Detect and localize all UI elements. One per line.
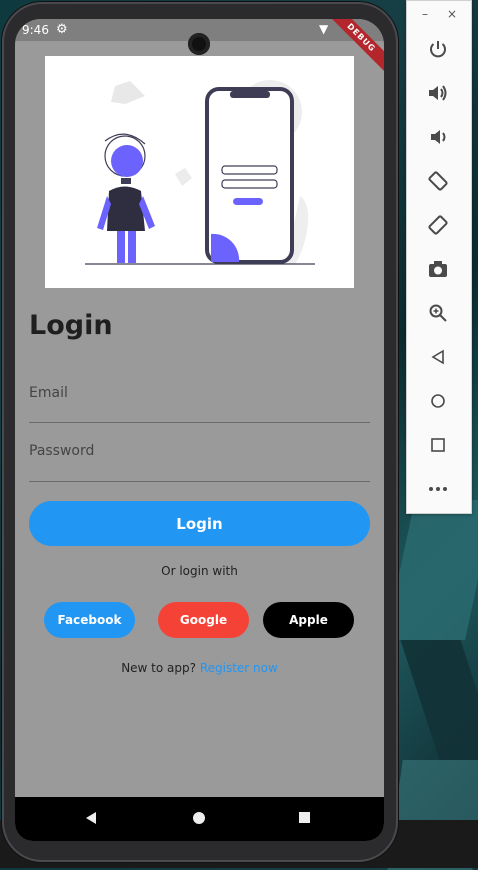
overview-icon[interactable] — [423, 430, 453, 460]
home-circle-icon[interactable] — [193, 812, 205, 824]
home-icon[interactable] — [423, 386, 453, 416]
page-title: Login — [29, 310, 113, 341]
phone-frame: 9:46 ⚙ ▼ DEBUG Login Email Password Logi… — [2, 2, 398, 862]
login-illustration — [45, 56, 354, 288]
login-illustration-svg — [85, 80, 315, 265]
zoom-icon[interactable] — [423, 298, 453, 328]
back-icon[interactable] — [423, 342, 453, 372]
background-shard — [400, 640, 478, 760]
more-icon[interactable] — [423, 474, 453, 504]
recents-square-icon[interactable] — [299, 812, 310, 823]
google-button[interactable]: Google — [158, 602, 249, 638]
password-field[interactable]: Password — [29, 443, 94, 459]
register-line: New to app? Register now — [15, 661, 384, 675]
rotate-left-icon[interactable] — [423, 166, 453, 196]
volume-down-icon[interactable] — [423, 122, 453, 152]
rotate-right-icon[interactable] — [423, 210, 453, 240]
back-triangle-icon[interactable] — [86, 812, 96, 824]
system-nav-bar — [15, 797, 384, 841]
volume-up-icon[interactable] — [423, 78, 453, 108]
login-button[interactable]: Login — [29, 501, 370, 546]
background-shard — [385, 500, 478, 640]
password-underline — [29, 481, 370, 482]
camera-icon[interactable] — [423, 254, 453, 284]
gear-icon: ⚙ — [56, 22, 68, 37]
or-login-with-text: Or login with — [161, 564, 238, 578]
register-prompt: New to app? — [121, 661, 196, 675]
emulator-toolbar: – × — [406, 0, 472, 514]
email-underline — [29, 422, 370, 423]
minimize-button[interactable]: – — [422, 7, 428, 21]
facebook-button[interactable]: Facebook — [44, 602, 135, 638]
register-link[interactable]: Register now — [200, 661, 278, 675]
phone-screen: 9:46 ⚙ ▼ DEBUG Login Email Password Logi… — [15, 19, 384, 841]
power-icon[interactable] — [423, 34, 453, 64]
close-button[interactable]: × — [447, 7, 457, 21]
email-field[interactable]: Email — [29, 385, 68, 401]
wifi-icon: ▼ — [319, 22, 329, 36]
status-time: 9:46 — [22, 23, 49, 37]
camera-hole — [188, 33, 210, 55]
apple-button[interactable]: Apple — [263, 602, 354, 638]
